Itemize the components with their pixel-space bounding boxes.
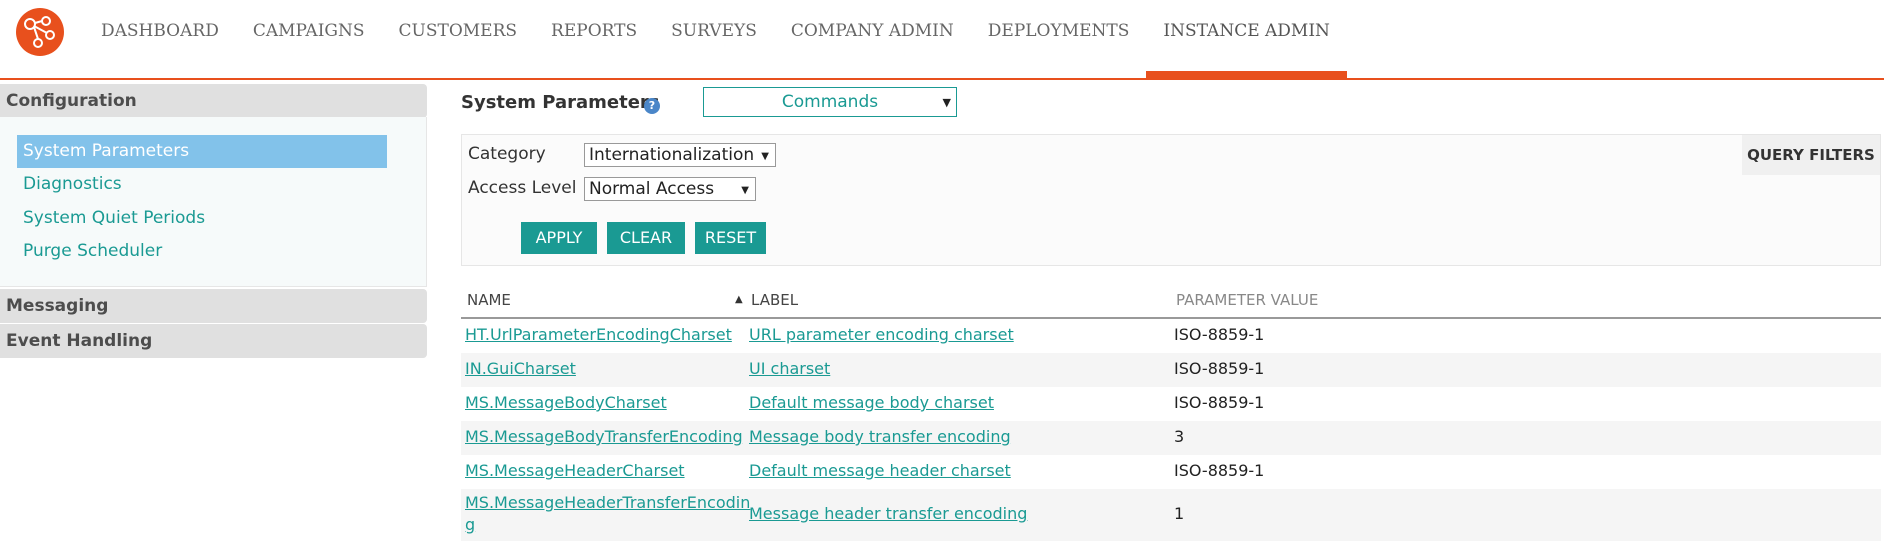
reset-button[interactable]: RESET bbox=[695, 222, 766, 254]
parameter-value: 3 bbox=[1174, 427, 1185, 446]
nav-deployments[interactable]: DEPLOYMENTS bbox=[971, 0, 1147, 78]
nav-campaigns[interactable]: CAMPAIGNS bbox=[236, 0, 382, 78]
parameter-value: ISO-8859-1 bbox=[1174, 393, 1265, 412]
query-filters-button[interactable]: QUERY FILTERS bbox=[1742, 135, 1880, 175]
access-level-select[interactable]: Normal Access ▼ bbox=[584, 177, 756, 201]
nav-customers[interactable]: CUSTOMERS bbox=[382, 0, 535, 78]
parameter-value: 1 bbox=[1174, 504, 1185, 523]
nav-dashboard[interactable]: DASHBOARD bbox=[84, 0, 236, 78]
network-nodes-icon bbox=[24, 16, 55, 48]
parameter-label-link[interactable]: UI charset bbox=[749, 359, 830, 378]
category-select[interactable]: Internationalization ▼ bbox=[584, 143, 776, 167]
table-row: MS.MessageBodyCharset Default message bo… bbox=[461, 387, 1881, 421]
parameter-label-link[interactable]: URL parameter encoding charset bbox=[749, 325, 1014, 344]
parameter-name-link-continuation[interactable]: g bbox=[465, 515, 475, 534]
category-select-value: Internationalization bbox=[589, 145, 755, 165]
parameter-name-link[interactable]: MS.MessageHeaderTransferEncodin bbox=[465, 493, 750, 512]
parameter-name-link[interactable]: MS.MessageBodyTransferEncoding bbox=[465, 427, 743, 446]
parameter-value: ISO-8859-1 bbox=[1174, 359, 1265, 378]
nav-instance-admin[interactable]: INSTANCE ADMIN bbox=[1146, 0, 1347, 80]
dropdown-arrow-icon: ▼ bbox=[761, 151, 769, 162]
parameter-value: ISO-8859-1 bbox=[1174, 325, 1265, 344]
parameter-name-link[interactable]: IN.GuiCharset bbox=[465, 359, 576, 378]
apply-button[interactable]: APPLY bbox=[521, 222, 597, 254]
sidebar-item-system-parameters[interactable]: System Parameters bbox=[17, 135, 387, 168]
category-label: Category bbox=[468, 144, 546, 164]
nav-reports[interactable]: REPORTS bbox=[534, 0, 654, 78]
clear-button[interactable]: CLEAR bbox=[607, 222, 685, 254]
parameter-label-link[interactable]: Default message header charset bbox=[749, 461, 1011, 480]
parameter-name-link[interactable]: HT.UrlParameterEncodingCharset bbox=[465, 325, 732, 344]
help-icon[interactable]: ? bbox=[644, 98, 660, 114]
commands-dropdown-label: Commands bbox=[781, 92, 879, 112]
page-title: System Parameters bbox=[461, 92, 660, 113]
sort-ascending-icon[interactable]: ▲ bbox=[735, 294, 743, 305]
sidebar-section-configuration[interactable]: Configuration bbox=[0, 84, 427, 118]
parameter-label-link[interactable]: Default message body charset bbox=[749, 393, 994, 412]
sidebar-item-purge-scheduler[interactable]: Purge Scheduler bbox=[17, 235, 387, 268]
top-navigation-bar: DASHBOARD CAMPAIGNS CUSTOMERS REPORTS SU… bbox=[0, 0, 1884, 80]
table-row: IN.GuiCharset UI charset ISO-8859-1 bbox=[461, 353, 1881, 387]
column-header-parameter-value[interactable]: PARAMETER VALUE bbox=[1176, 291, 1318, 309]
table-row: MS.MessageBodyTransferEncoding Message b… bbox=[461, 421, 1881, 455]
table-row: MS.MessageHeaderTransferEncodin g Messag… bbox=[461, 489, 1881, 541]
nav-company-admin[interactable]: COMPANY ADMIN bbox=[774, 0, 971, 78]
column-header-label[interactable]: LABEL bbox=[751, 291, 798, 309]
access-level-select-value: Normal Access bbox=[589, 179, 715, 199]
dropdown-arrow-icon: ▼ bbox=[942, 96, 951, 109]
parameter-label-link[interactable]: Message header transfer encoding bbox=[749, 504, 1027, 523]
sidebar-item-system-quiet-periods[interactable]: System Quiet Periods bbox=[17, 202, 387, 235]
sidebar-section-event-handling[interactable]: Event Handling bbox=[0, 324, 427, 358]
sidebar-section-messaging[interactable]: Messaging bbox=[0, 289, 427, 323]
parameter-name-link[interactable]: MS.MessageBodyCharset bbox=[465, 393, 667, 412]
parameter-value: ISO-8859-1 bbox=[1174, 461, 1265, 480]
parameter-label-link[interactable]: Message body transfer encoding bbox=[749, 427, 1011, 446]
sidebar-configuration-panel: System Parameters Diagnostics System Qui… bbox=[0, 117, 427, 287]
main-nav: DASHBOARD CAMPAIGNS CUSTOMERS REPORTS SU… bbox=[84, 0, 1347, 80]
app-logo[interactable] bbox=[16, 8, 64, 56]
filter-panel: Category Internationalization ▼ Access L… bbox=[461, 134, 1881, 266]
sidebar-item-diagnostics[interactable]: Diagnostics bbox=[17, 168, 387, 201]
dropdown-arrow-icon: ▼ bbox=[741, 185, 749, 196]
nav-surveys[interactable]: SURVEYS bbox=[654, 0, 774, 78]
commands-dropdown[interactable]: Commands ▼ bbox=[703, 87, 957, 117]
table-row: MS.MessageHeaderCharset Default message … bbox=[461, 455, 1881, 489]
table-row: HT.UrlParameterEncodingCharset URL param… bbox=[461, 319, 1881, 353]
parameter-name-link[interactable]: MS.MessageHeaderCharset bbox=[465, 461, 685, 480]
column-header-name[interactable]: NAME bbox=[467, 291, 511, 309]
access-level-label: Access Level bbox=[468, 178, 577, 198]
